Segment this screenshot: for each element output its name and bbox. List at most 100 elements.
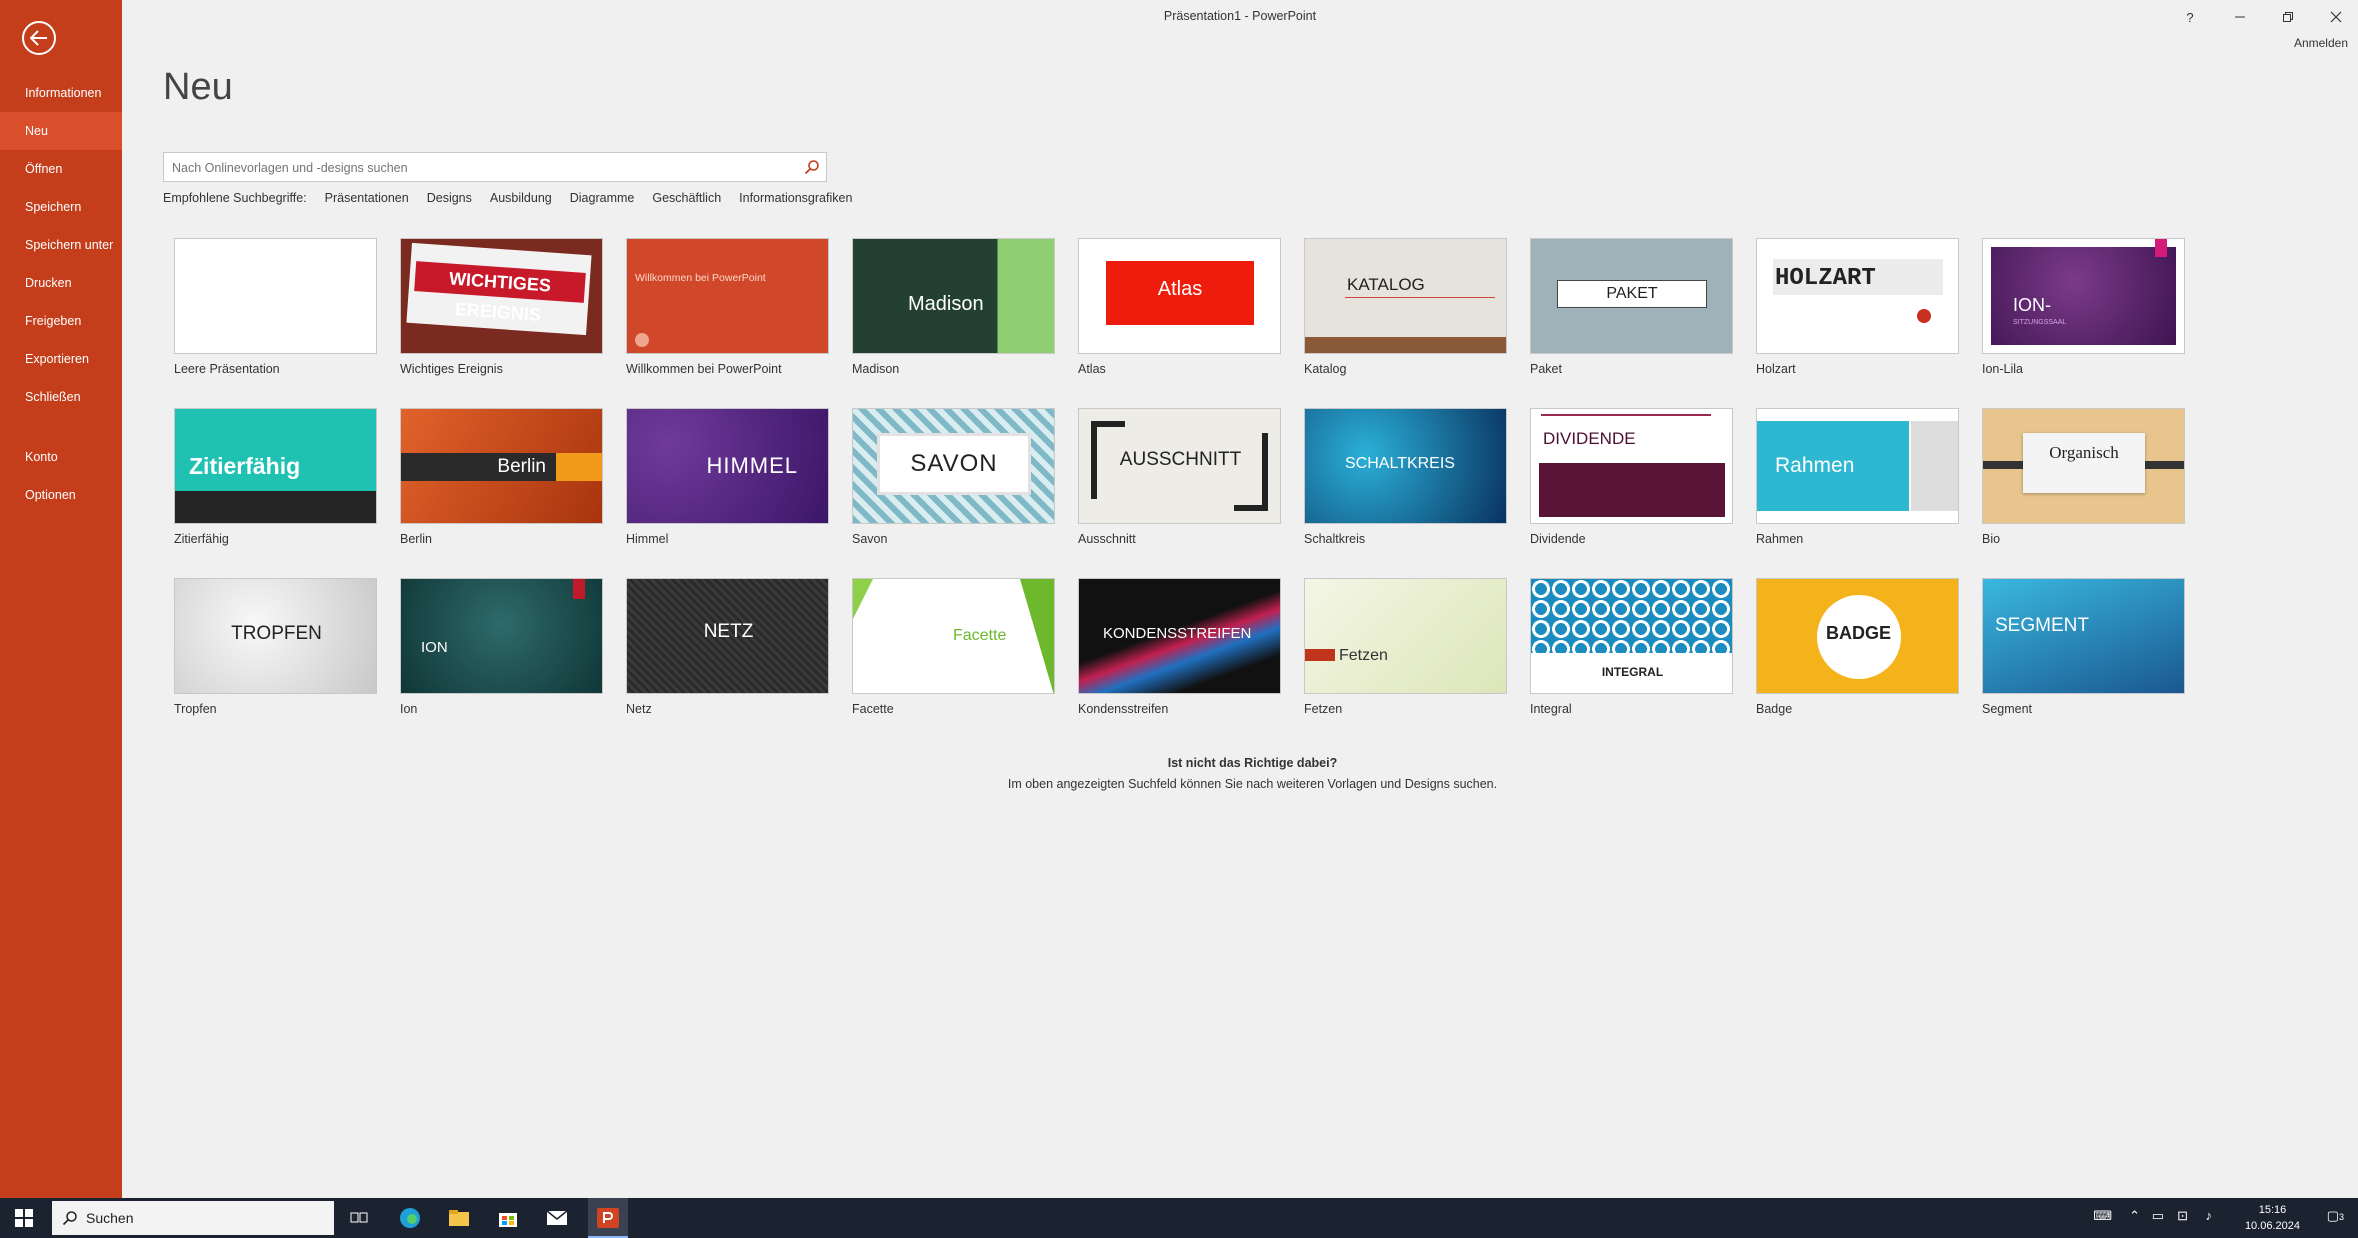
back-arrow-icon[interactable] [22, 21, 56, 55]
minimize-icon [2235, 16, 2245, 18]
sign-in-link[interactable]: Anmelden [2294, 36, 2348, 50]
template-tile-wichtiges-ereignis[interactable]: WICHTIGES EREIGNIS Wichtiges Ereignis [400, 238, 603, 376]
file-explorer-icon[interactable] [447, 1206, 471, 1230]
windows-taskbar: Suchen ⌨ ⌃ ▭ ⊡ ♪ 15:16 10.06.2024 ▢3 [0, 1198, 2358, 1238]
template-tile-netz[interactable]: NETZ Netz [626, 578, 829, 716]
close-button[interactable] [2316, 6, 2356, 28]
sidebar-item-oeffnen[interactable]: Öffnen [0, 150, 122, 188]
template-tile-ion[interactable]: ION Ion [400, 578, 603, 716]
sidebar-item-neu[interactable]: Neu [0, 112, 122, 150]
minimize-button[interactable] [2220, 6, 2260, 28]
sidebar-item-konto[interactable]: Konto [0, 438, 122, 476]
template-tile-dividende[interactable]: DIVIDENDE Dividende [1530, 408, 1733, 546]
sidebar-item-optionen[interactable]: Optionen [0, 476, 122, 514]
sidebar-item-schliessen[interactable]: Schließen [0, 378, 122, 416]
suggestion-link[interactable]: Designs [427, 191, 472, 205]
template-name: Schaltkreis [1304, 532, 1366, 546]
template-name: Segment [1982, 702, 2033, 716]
sidebar-item-exportieren[interactable]: Exportieren [0, 340, 122, 378]
template-tile-willkommen[interactable]: Willkommen bei PowerPoint Willkommen bei… [626, 238, 829, 376]
sidebar-item-drucken[interactable]: Drucken [0, 264, 122, 302]
template-name: Berlin [400, 532, 432, 546]
template-tile-kondensstreifen[interactable]: KONDENSSTREIFEN Kondensstreifen [1078, 578, 1281, 716]
microsoft-store-icon[interactable] [496, 1206, 520, 1230]
search-input[interactable] [164, 153, 774, 183]
template-tile-savon[interactable]: SAVON Savon [852, 408, 1055, 546]
template-name: Kondensstreifen [1078, 702, 1169, 716]
template-tile-schaltkreis[interactable]: SCHALTKREIS Schaltkreis [1304, 408, 1507, 546]
template-tile-holzart[interactable]: HOLZART Holzart [1756, 238, 1959, 376]
template-tile-rahmen[interactable]: Rahmen Rahmen [1756, 408, 1959, 546]
template-thumbnail: Madison [852, 238, 1055, 354]
template-name: Leere Präsentation [174, 362, 280, 376]
windows-start-icon[interactable] [12, 1206, 36, 1230]
template-tile-leere-praesentation[interactable]: Leere Präsentation [174, 238, 377, 376]
template-thumbnail: HOLZART [1756, 238, 1959, 354]
sidebar-item-speichern-unter[interactable]: Speichern unter [0, 226, 122, 264]
backstage-sidebar: Informationen Neu Öffnen Speichern Speic… [0, 0, 122, 1198]
template-tile-madison[interactable]: Madison Madison [852, 238, 1055, 376]
network-icon[interactable]: ⊡ [2177, 1208, 2188, 1224]
task-view-icon[interactable] [347, 1206, 371, 1230]
edge-browser-icon[interactable] [398, 1206, 422, 1230]
taskbar-search-box[interactable]: Suchen [52, 1201, 334, 1235]
no-match-hint: Im oben angezeigten Suchfeld können Sie … [1007, 777, 1498, 791]
template-tile-ion-lila[interactable]: ION- SITZUNGSSAAL Ion-Lila [1982, 238, 2185, 376]
template-tile-berlin[interactable]: Berlin Berlin [400, 408, 603, 546]
template-tile-tropfen[interactable]: TROPFEN Tropfen [174, 578, 377, 716]
template-tile-bio[interactable]: Organisch Bio [1982, 408, 2185, 546]
template-thumbnail: ION [400, 578, 603, 694]
sidebar-item-freigeben[interactable]: Freigeben [0, 302, 122, 340]
notification-icon[interactable]: ▢3 [2327, 1208, 2344, 1224]
suggestion-link[interactable]: Ausbildung [490, 191, 552, 205]
help-button[interactable]: ? [2170, 6, 2210, 28]
restore-button[interactable] [2268, 6, 2308, 28]
template-tile-segment[interactable]: SEGMENT Segment [1982, 578, 2185, 716]
chevron-up-icon[interactable]: ⌃ [2129, 1208, 2140, 1224]
search-icon[interactable] [804, 159, 820, 180]
template-name: Holzart [1756, 362, 1796, 376]
suggestion-link[interactable]: Präsentationen [325, 191, 409, 205]
clock-time: 15:16 [2258, 1204, 2287, 1216]
suggestions-label: Empfohlene Suchbegriffe: [163, 191, 307, 205]
template-tile-badge[interactable]: BADGE Badge [1756, 578, 1959, 716]
template-thumbnail [174, 238, 377, 354]
suggestion-link[interactable]: Diagramme [570, 191, 635, 205]
template-name: Rahmen [1756, 532, 1804, 546]
template-thumbnail: KONDENSSTREIFEN [1078, 578, 1281, 694]
template-name: Willkommen bei PowerPoint [626, 362, 782, 376]
volume-icon[interactable]: ♪ [2206, 1208, 2213, 1223]
template-search-box [163, 152, 827, 183]
template-name: Ion-Lila [1982, 362, 2023, 376]
template-thumbnail: ION- SITZUNGSSAAL [1982, 238, 2185, 354]
device-icon[interactable]: ▭ [2152, 1208, 2164, 1224]
template-tile-zitierfaehig[interactable]: Zitierfähig Zitierfähig [174, 408, 377, 546]
search-icon [62, 1211, 77, 1226]
system-clock[interactable]: 15:16 10.06.2024 [2245, 1202, 2300, 1234]
template-name: Ausschnitt [1078, 532, 1136, 546]
template-name: Bio [1982, 532, 2001, 546]
template-tile-himmel[interactable]: HIMMEL Himmel [626, 408, 829, 546]
template-name: Dividende [1530, 532, 1586, 546]
template-tile-katalog[interactable]: KATALOG Katalog [1304, 238, 1507, 376]
title-bar: Präsentation1 - PowerPoint ? [122, 0, 2358, 32]
template-name: Wichtiges Ereignis [400, 362, 503, 376]
keyboard-icon[interactable]: ⌨ [2093, 1208, 2112, 1224]
close-icon [2330, 11, 2342, 23]
template-name: Integral [1530, 702, 1572, 716]
powerpoint-icon [596, 1206, 620, 1230]
template-name: Ion [400, 702, 418, 716]
mail-icon[interactable] [545, 1206, 569, 1230]
suggestion-link[interactable]: Informationsgrafiken [739, 191, 852, 205]
sidebar-item-speichern[interactable]: Speichern [0, 188, 122, 226]
template-tile-paket[interactable]: PAKET Paket [1530, 238, 1733, 376]
template-tile-integral[interactable]: INTEGRAL Integral [1530, 578, 1733, 716]
suggestion-link[interactable]: Geschäftlich [652, 191, 721, 205]
template-tile-facette[interactable]: Facette Facette [852, 578, 1055, 716]
template-thumbnail: Fetzen [1304, 578, 1507, 694]
sidebar-item-informationen[interactable]: Informationen [0, 74, 122, 112]
template-tile-fetzen[interactable]: Fetzen Fetzen [1304, 578, 1507, 716]
template-tile-ausschnitt[interactable]: AUSSCHNITT Ausschnitt [1078, 408, 1281, 546]
template-thumbnail: TROPFEN [174, 578, 377, 694]
template-tile-atlas[interactable]: Atlas Atlas [1078, 238, 1281, 376]
